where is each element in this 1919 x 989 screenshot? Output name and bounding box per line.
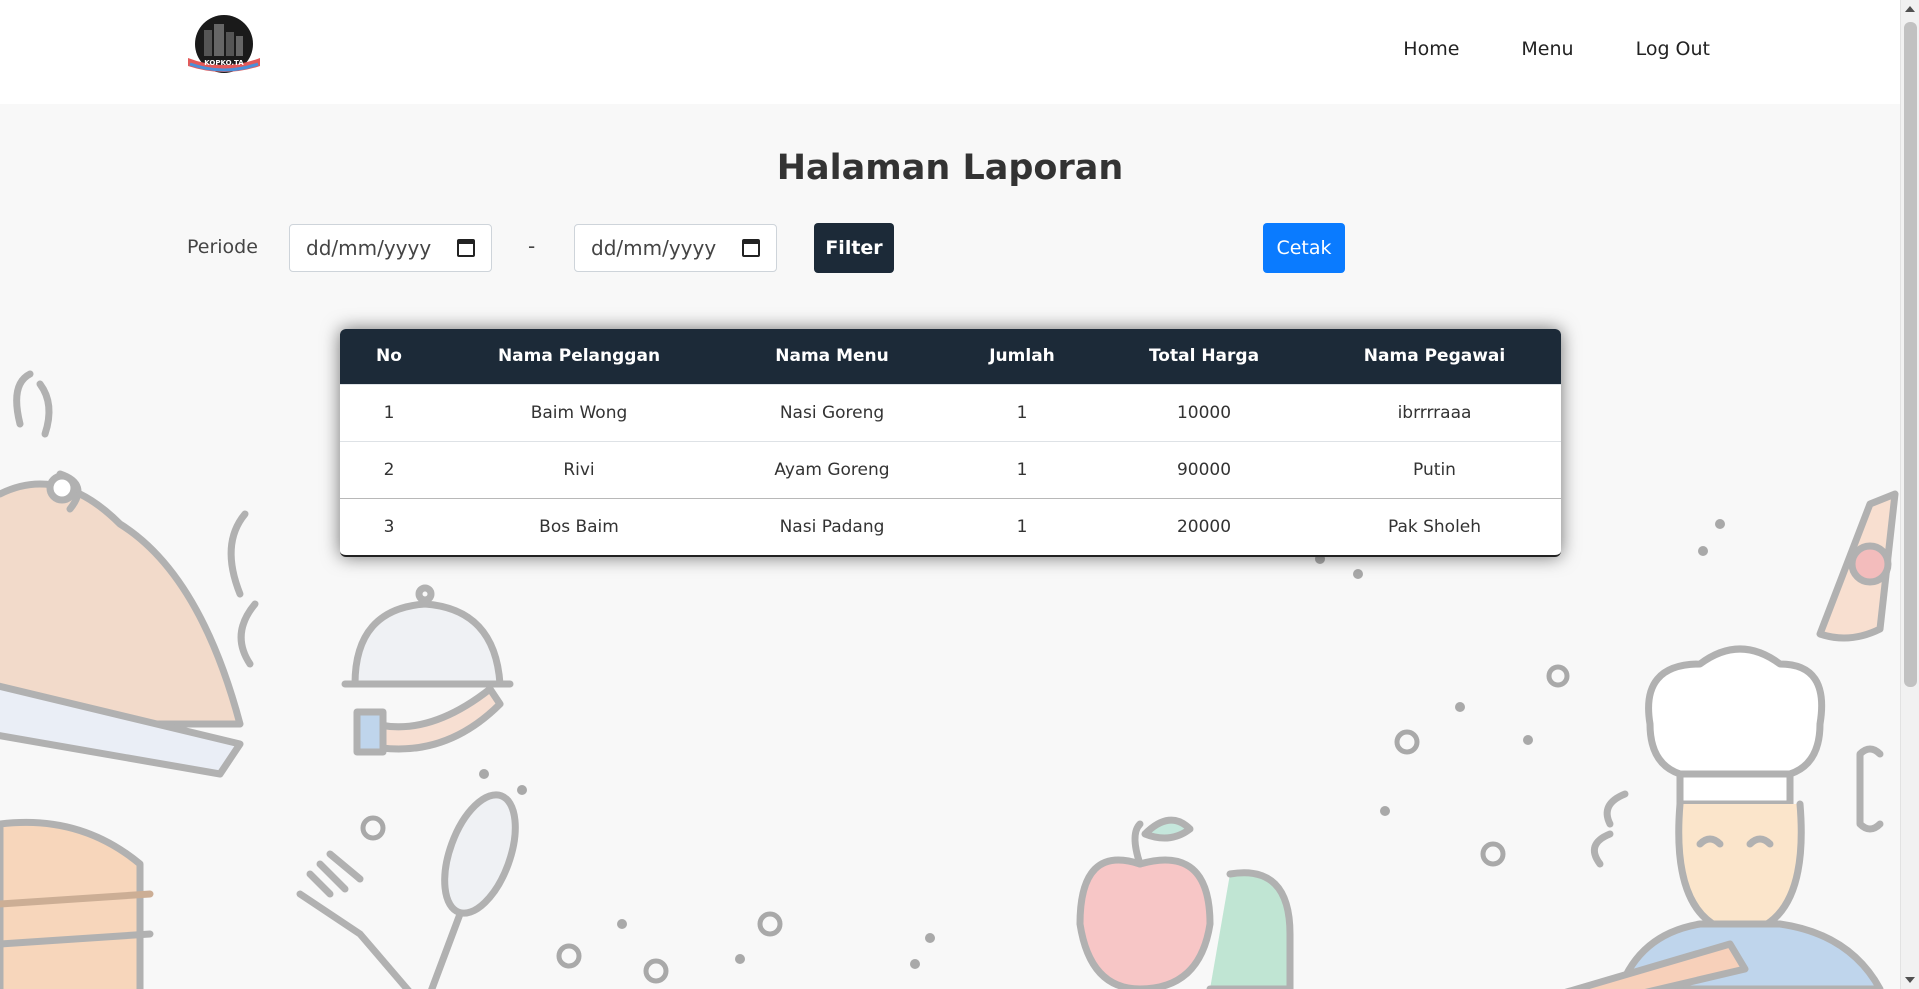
cell-no: 2 <box>340 440 438 499</box>
cell-customer: Bos Baim <box>438 497 720 555</box>
scrollbar-thumb[interactable] <box>1904 22 1917 687</box>
cell-total: 10000 <box>1100 383 1308 441</box>
start-date-input[interactable]: dd/mm/yyyy <box>289 224 492 272</box>
cell-employee: Putin <box>1308 440 1561 499</box>
cell-quantity: 1 <box>944 383 1100 441</box>
cell-menu: Ayam Goreng <box>720 440 944 499</box>
column-header-menu: Nama Menu <box>775 346 889 367</box>
cell-total: 90000 <box>1100 440 1308 499</box>
logo-text: KOPKO.TA <box>204 59 244 67</box>
calendar-icon[interactable] <box>457 239 475 257</box>
calendar-icon[interactable] <box>742 239 760 257</box>
end-date-input[interactable]: dd/mm/yyyy <box>574 224 777 272</box>
cell-employee: Pak Sholeh <box>1308 497 1561 555</box>
date-separator: - <box>528 234 536 258</box>
filter-button[interactable]: Filter <box>814 223 894 273</box>
nav-links: Home Menu Log Out <box>1403 38 1710 60</box>
page-title: Halaman Laporan <box>776 148 1124 188</box>
cell-menu: Nasi Goreng <box>720 383 944 441</box>
brand-logo[interactable]: KOPKO.TA <box>186 14 262 78</box>
column-header-employee: Nama Pegawai <box>1363 346 1506 367</box>
navbar: KOPKO.TA Home Menu Log Out <box>0 0 1900 104</box>
cell-customer: Rivi <box>438 440 720 499</box>
cell-menu: Nasi Padang <box>720 497 944 555</box>
scroll-down-arrow-icon[interactable] <box>1905 977 1915 983</box>
table-row: 3 Bos Baim Nasi Padang 1 20000 Pak Shole… <box>340 497 1561 555</box>
end-date-placeholder: dd/mm/yyyy <box>591 236 717 260</box>
column-header-quantity: Jumlah <box>989 346 1055 367</box>
cell-customer: Baim Wong <box>438 383 720 441</box>
nav-home-link[interactable]: Home <box>1403 38 1459 60</box>
cell-no: 1 <box>340 383 438 441</box>
periode-label: Periode <box>187 236 258 258</box>
cell-employee: ibrrrraaa <box>1308 383 1561 441</box>
nav-menu-link[interactable]: Menu <box>1521 38 1573 60</box>
cell-quantity: 1 <box>944 440 1100 499</box>
cell-no: 3 <box>340 497 438 555</box>
table-row: 1 Baim Wong Nasi Goreng 1 10000 ibrrrraa… <box>340 383 1561 441</box>
start-date-placeholder: dd/mm/yyyy <box>306 236 432 260</box>
table-header-row: No Nama Pelanggan Nama Menu Jumlah Total… <box>340 329 1561 384</box>
column-header-no: No <box>376 346 402 367</box>
column-header-total: Total Harga <box>1148 346 1260 367</box>
cell-total: 20000 <box>1100 497 1308 555</box>
vertical-scrollbar[interactable] <box>1900 0 1919 989</box>
report-table: No Nama Pelanggan Nama Menu Jumlah Total… <box>340 329 1561 557</box>
table-row: 2 Rivi Ayam Goreng 1 90000 Putin <box>340 440 1561 499</box>
nav-logout-link[interactable]: Log Out <box>1636 38 1710 60</box>
cell-quantity: 1 <box>944 497 1100 555</box>
scroll-up-arrow-icon[interactable] <box>1905 6 1915 12</box>
column-header-customer: Nama Pelanggan <box>497 346 661 367</box>
print-button[interactable]: Cetak <box>1263 223 1345 273</box>
